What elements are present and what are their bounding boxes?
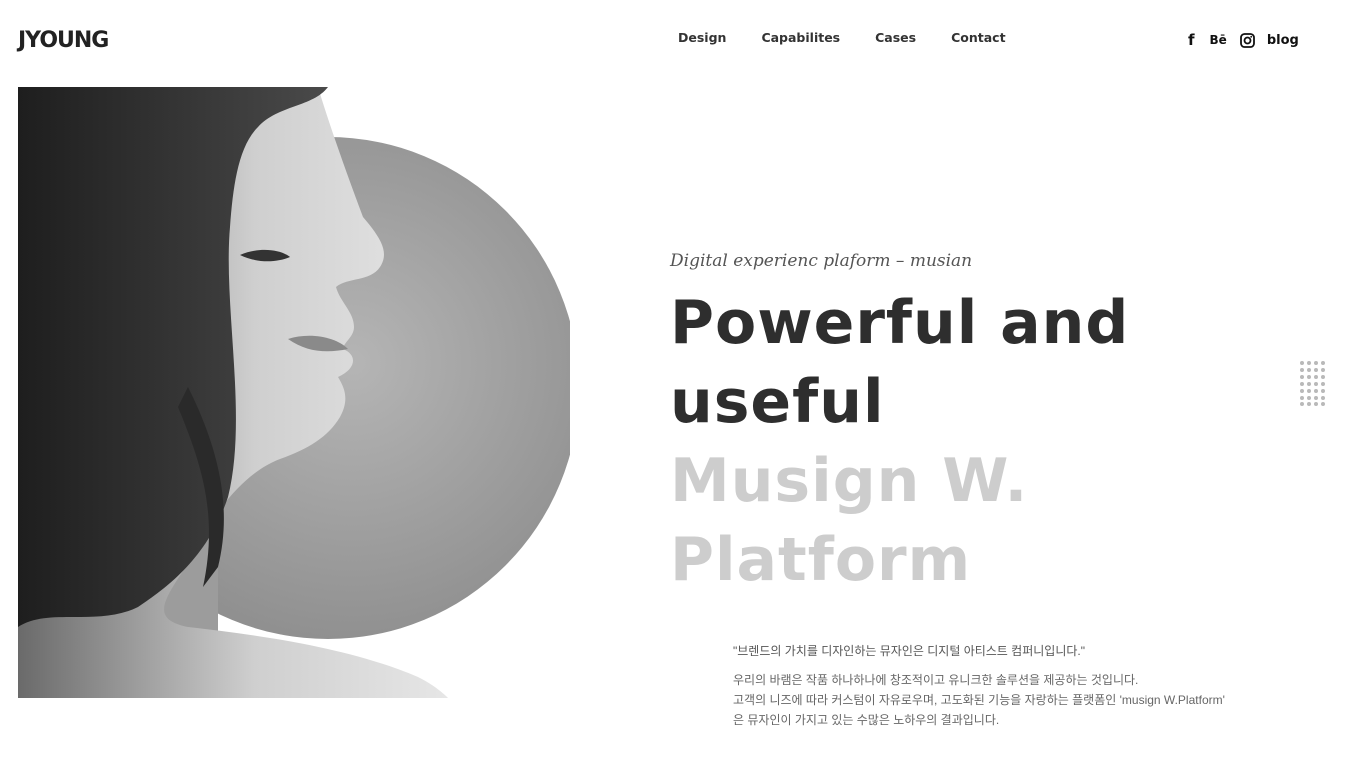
social-links: f Bē blog bbox=[1188, 31, 1299, 49]
main-nav: Design Capabilites Cases Contact bbox=[678, 30, 1041, 45]
nav-design[interactable]: Design bbox=[678, 30, 726, 45]
blog-link[interactable]: blog bbox=[1267, 33, 1299, 48]
nav-capabilities[interactable]: Capabilites bbox=[761, 30, 840, 45]
hero-quote: "브렌드의 가치를 디자인하는 뮤자인은 디지털 아티스트 컴퍼니입니다." bbox=[733, 644, 1086, 658]
hero-subtitle: Digital experienc plaform – musian bbox=[670, 251, 973, 271]
hero-headline: Powerful and useful Musign W. Platform bbox=[670, 284, 1129, 600]
instagram-icon[interactable] bbox=[1239, 32, 1255, 48]
description-line-2: 고객의 니즈에 따라 커스텀이 자유로우며, 고도화된 기능을 자랑하는 플랫폼… bbox=[733, 693, 1225, 707]
brand-logo[interactable]: JYOUNG bbox=[18, 28, 109, 53]
headline-line-1: Powerful and bbox=[670, 288, 1130, 358]
hero-portrait-image bbox=[18, 87, 570, 698]
headline-line-3: Musign W. bbox=[670, 446, 1029, 516]
nav-contact[interactable]: Contact bbox=[951, 30, 1005, 45]
hero-description: 우리의 바램은 작품 하나하나에 창조적이고 유니크한 솔루션을 제공하는 것입… bbox=[733, 670, 1225, 730]
nav-cases[interactable]: Cases bbox=[875, 30, 916, 45]
description-line-3: 은 뮤자인이 가지고 있는 수많은 노하우의 결과입니다. bbox=[733, 713, 1000, 727]
description-line-1: 우리의 바램은 작품 하나하나에 창조적이고 유니크한 솔루션을 제공하는 것입… bbox=[733, 673, 1139, 687]
headline-line-4: Platform bbox=[670, 525, 972, 595]
dot-grid-icon bbox=[1300, 361, 1325, 406]
behance-icon[interactable]: Bē bbox=[1210, 33, 1227, 47]
headline-line-2: useful bbox=[670, 367, 885, 437]
facebook-icon[interactable]: f bbox=[1188, 31, 1195, 49]
